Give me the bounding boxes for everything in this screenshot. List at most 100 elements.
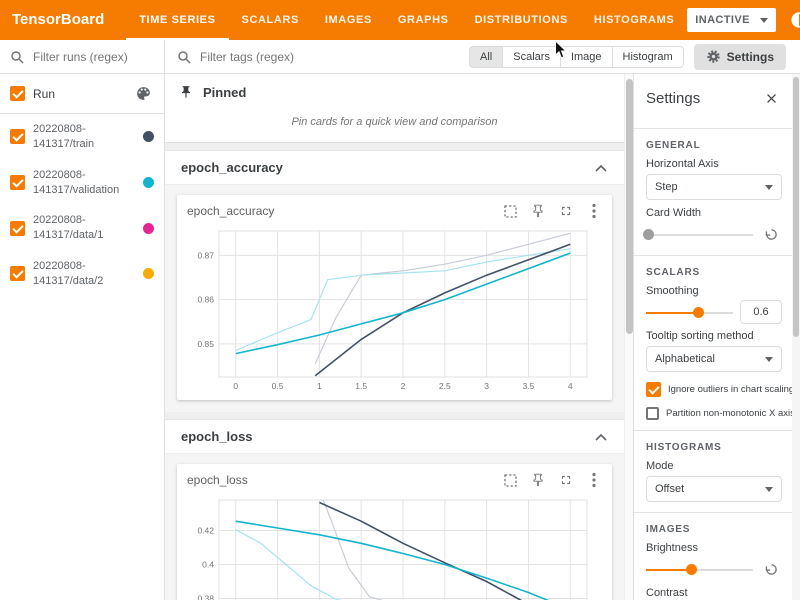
run-name: 20220808-141317/data/1 xyxy=(33,213,135,243)
partition-x-axis-label: Partition non-monotonic X axis xyxy=(666,408,795,419)
svg-text:4: 4 xyxy=(568,381,573,391)
tab-time-series[interactable]: TIME SERIES xyxy=(126,0,228,40)
settings-button[interactable]: Settings xyxy=(694,44,786,70)
chevron-down-icon xyxy=(765,357,773,362)
svg-text:0.87: 0.87 xyxy=(197,250,214,260)
svg-text:0.4: 0.4 xyxy=(202,560,214,570)
settings-heading-scalars: SCALARS xyxy=(646,267,782,278)
palette-icon[interactable] xyxy=(132,83,154,105)
tab-distributions[interactable]: DISTRIBUTIONS xyxy=(462,0,581,40)
card-title: epoch_loss xyxy=(187,473,502,487)
filter-histogram-button[interactable]: Histogram xyxy=(613,46,684,68)
scrollbar-thumb[interactable] xyxy=(793,77,799,337)
select-all-runs-checkbox[interactable] xyxy=(10,86,25,101)
horizontal-axis-select[interactable]: Step xyxy=(646,174,782,200)
toolbar-row: All Scalars Image Histogram Settings xyxy=(0,40,800,74)
kebab-menu-icon[interactable] xyxy=(586,472,602,488)
scalar-card-epoch-loss: epoch_loss 00.511.522.533.540.360.380.40… xyxy=(177,464,612,600)
reset-icon[interactable] xyxy=(760,223,782,245)
fullscreen-icon[interactable] xyxy=(558,472,574,488)
run-name: 20220808-141317/validation xyxy=(33,168,135,198)
settings-panel-title: Settings xyxy=(646,90,700,107)
run-row-data-1[interactable]: 20220808-141317/data/1 xyxy=(0,205,164,251)
run-checkbox[interactable] xyxy=(10,266,25,281)
filter-scalars-button[interactable]: Scalars xyxy=(503,46,561,68)
fit-data-icon[interactable] xyxy=(502,203,518,219)
section-gap xyxy=(165,143,624,151)
svg-text:1: 1 xyxy=(317,381,322,391)
run-name: 20220808-141317/data/2 xyxy=(33,259,135,289)
fullscreen-icon[interactable] xyxy=(558,203,574,219)
status-label: INACTIVE xyxy=(695,14,750,26)
filter-tags-input[interactable] xyxy=(198,49,457,65)
fit-data-icon[interactable] xyxy=(502,472,518,488)
runs-table-header: Run xyxy=(0,74,164,114)
section-title: epoch_loss xyxy=(181,429,253,444)
theme-toggle-icon[interactable] xyxy=(788,9,800,31)
svg-text:0.38: 0.38 xyxy=(197,593,214,600)
section-header-epoch-loss[interactable]: epoch_loss xyxy=(165,420,624,454)
main-scrollbar[interactable] xyxy=(624,74,633,600)
search-icon xyxy=(177,50,191,64)
card-title: epoch_accuracy xyxy=(187,204,502,218)
plugin-filter-toggle-group: All Scalars Image Histogram xyxy=(469,40,684,73)
filter-all-button[interactable]: All xyxy=(469,46,503,68)
kebab-menu-icon[interactable] xyxy=(586,203,602,219)
card-width-slider[interactable] xyxy=(646,228,753,241)
brightness-slider[interactable] xyxy=(646,563,753,576)
run-row-train[interactable]: 20220808-141317/train xyxy=(0,114,164,160)
scrollbar-thumb[interactable] xyxy=(626,79,633,334)
app-logo: TensorBoard xyxy=(12,0,104,40)
close-icon[interactable] xyxy=(760,87,782,109)
smoothing-slider[interactable] xyxy=(646,306,733,319)
pin-icon[interactable] xyxy=(530,472,546,488)
filter-runs-input[interactable] xyxy=(31,49,154,65)
reset-icon[interactable] xyxy=(760,558,782,580)
gear-icon xyxy=(706,49,721,64)
run-row-data-2[interactable]: 20220808-141317/data/2 xyxy=(0,251,164,297)
section-header-epoch-accuracy[interactable]: epoch_accuracy xyxy=(165,151,624,185)
partition-x-axis-row: Partition non-monotonic X axis i xyxy=(646,407,782,420)
epoch-accuracy-chart[interactable]: 00.511.522.533.540.850.860.87 xyxy=(185,225,597,393)
run-color-dot xyxy=(143,268,154,279)
tab-graphs[interactable]: GRAPHS xyxy=(385,0,462,40)
card-header: epoch_loss xyxy=(185,470,604,494)
main-nav: TIME SERIES SCALARS IMAGES GRAPHS DISTRI… xyxy=(126,0,687,40)
tab-images[interactable]: IMAGES xyxy=(312,0,385,40)
run-row-validation[interactable]: 20220808-141317/validation xyxy=(0,160,164,206)
horizontal-axis-value: Step xyxy=(655,181,678,193)
topbar-actions: INACTIVE ? xyxy=(687,0,800,40)
tooltip-sorting-select[interactable]: Alphabetical xyxy=(646,346,782,372)
run-checkbox[interactable] xyxy=(10,221,25,236)
smoothing-value-input[interactable] xyxy=(740,300,782,324)
epoch-loss-chart[interactable]: 00.511.522.533.540.360.380.40.42 xyxy=(185,494,597,600)
filter-image-button[interactable]: Image xyxy=(561,46,613,68)
histogram-mode-label: Mode xyxy=(646,460,782,472)
tab-scalars[interactable]: SCALARS xyxy=(229,0,312,40)
chevron-down-icon xyxy=(765,185,773,190)
reload-status-select[interactable]: INACTIVE xyxy=(687,8,776,32)
pinned-section-header: Pinned xyxy=(165,74,624,110)
histogram-mode-select[interactable]: Offset xyxy=(646,476,782,502)
run-name: 20220808-141317/train xyxy=(33,122,135,152)
settings-scrollbar[interactable] xyxy=(792,74,800,600)
chevron-up-icon[interactable] xyxy=(594,432,608,442)
settings-heading-images: IMAGES xyxy=(646,524,782,535)
content-area: Run 20220808-141317/train 20220808-14131… xyxy=(0,74,800,600)
svg-text:1.5: 1.5 xyxy=(355,381,367,391)
pin-icon[interactable] xyxy=(530,203,546,219)
svg-text:0.85: 0.85 xyxy=(197,339,214,349)
ignore-outliers-label: Ignore outliers in chart scaling xyxy=(668,384,794,395)
chevron-up-icon[interactable] xyxy=(594,163,608,173)
brightness-label: Brightness xyxy=(646,542,782,554)
svg-text:0.86: 0.86 xyxy=(197,295,214,305)
settings-heading-histograms: HISTOGRAMS xyxy=(646,442,782,453)
ignore-outliers-checkbox[interactable] xyxy=(646,382,661,397)
cards-zone: epoch_accuracy 00.511.522.533.540.850.86… xyxy=(165,185,624,412)
run-checkbox[interactable] xyxy=(10,129,25,144)
tooltip-sorting-value: Alphabetical xyxy=(655,353,715,365)
run-color-dot xyxy=(143,223,154,234)
tab-histograms[interactable]: HISTOGRAMS xyxy=(581,0,687,40)
run-checkbox[interactable] xyxy=(10,175,25,190)
partition-x-axis-checkbox[interactable] xyxy=(646,407,659,420)
